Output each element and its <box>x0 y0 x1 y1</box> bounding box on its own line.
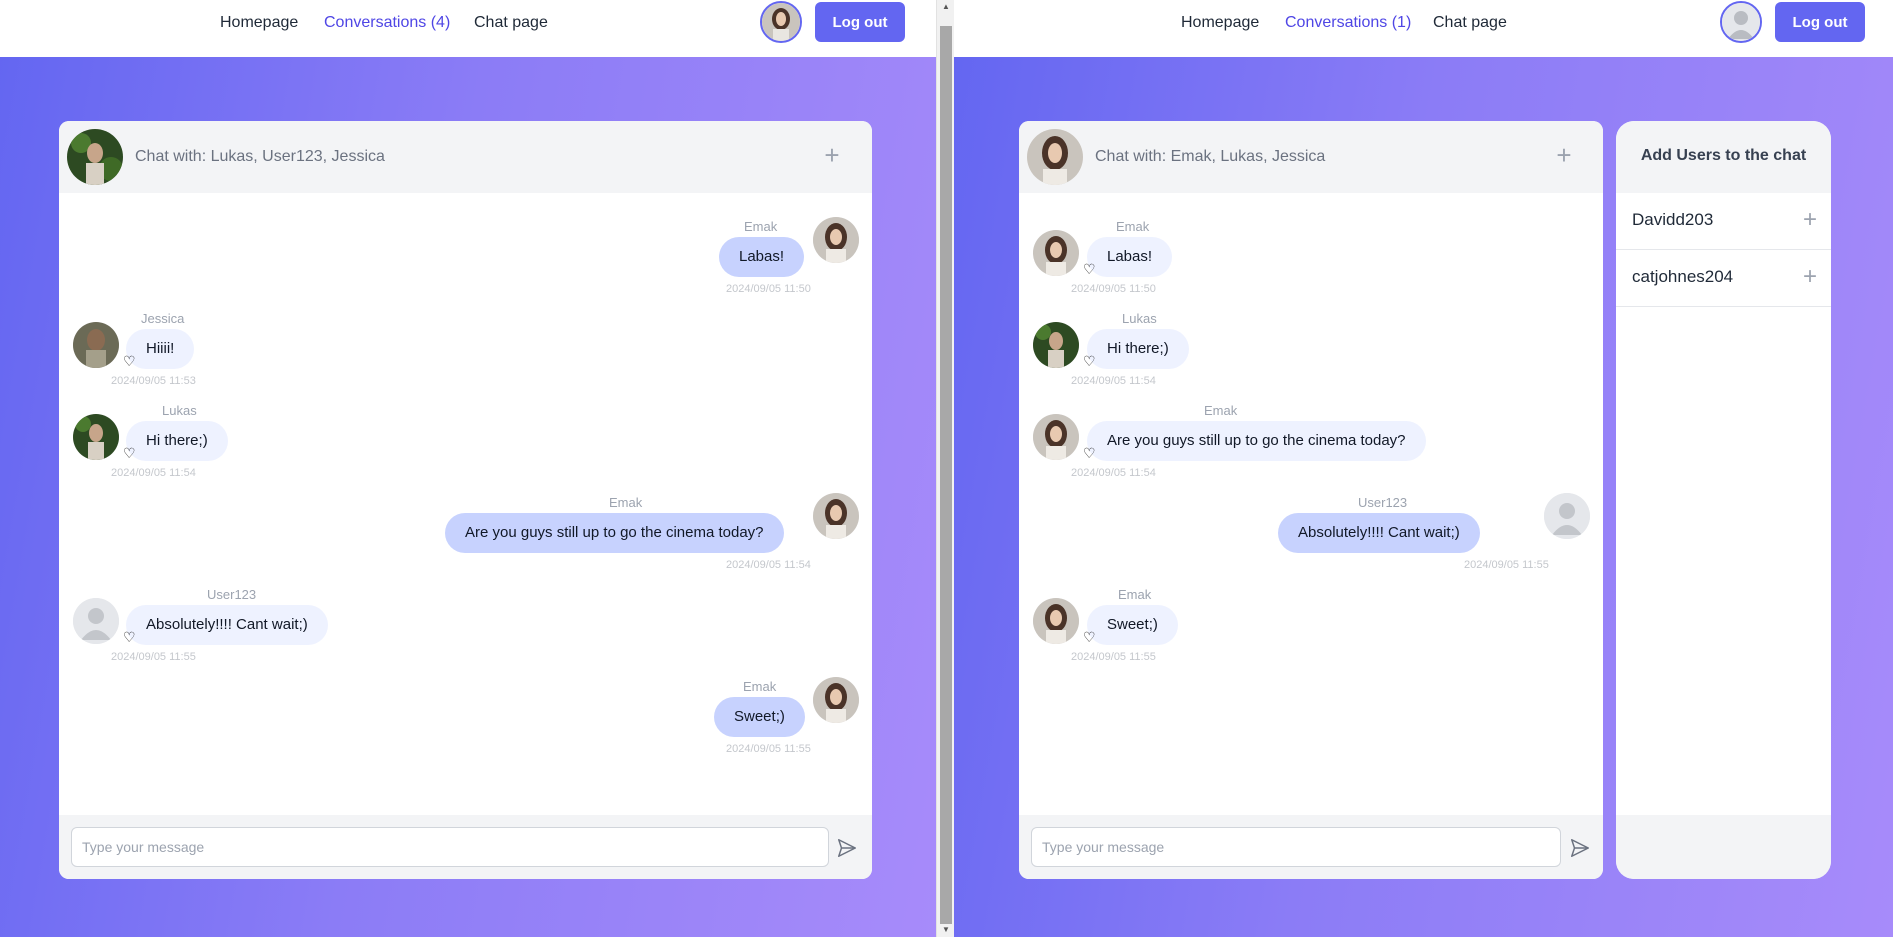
message-sender: Emak <box>744 219 778 234</box>
send-icon[interactable] <box>1569 837 1591 859</box>
scroll-up-arrow-icon[interactable]: ▲ <box>937 0 955 14</box>
sender-avatar <box>1033 322 1079 368</box>
message-time: 2024/09/05 11:54 <box>1071 467 1156 479</box>
nav-chat-page-link[interactable]: Chat page <box>474 14 548 32</box>
message-time: 2024/09/05 11:55 <box>726 743 811 755</box>
add-users-panel: Add Users to the chat Davidd203 + catjoh… <box>1616 121 1831 879</box>
message-sender: Lukas <box>1122 311 1157 326</box>
left-browser-pane: Homepage Conversations (4) Chat page Log… <box>0 0 936 937</box>
message-time: 2024/09/05 11:54 <box>1071 375 1156 387</box>
add-users-title: Add Users to the chat <box>1640 147 1807 164</box>
message-bubble: Absolutely!!!! Cant wait;) <box>126 605 328 645</box>
message-bubble: Labas! <box>719 237 805 277</box>
message-sender: User123 <box>1358 495 1408 510</box>
message-sender: Emak <box>1118 587 1152 602</box>
heart-icon[interactable]: ♡ <box>123 446 136 460</box>
nav-chat-page-link[interactable]: Chat page <box>1433 14 1507 32</box>
message-bubble: Hiiii! <box>126 329 195 369</box>
sender-avatar <box>1033 414 1079 460</box>
message-input[interactable] <box>1031 827 1561 867</box>
message-time: 2024/09/05 11:54 <box>726 559 811 571</box>
message-sender: Emak <box>1116 219 1150 234</box>
chat-header: Chat with: Lukas, User123, Jessica + <box>59 121 872 193</box>
chat-input-bar <box>1019 815 1603 879</box>
heart-icon[interactable]: ♡ <box>1083 262 1096 276</box>
nav-conversations-link[interactable]: Conversations (1) <box>1285 14 1411 32</box>
send-icon[interactable] <box>836 837 858 859</box>
message-sender: Jessica <box>141 311 185 326</box>
add-user-name: catjohnes204 <box>1632 267 1734 286</box>
sender-avatar <box>1033 598 1079 644</box>
nav-homepage-link[interactable]: Homepage <box>1181 14 1259 32</box>
heart-icon[interactable]: ♡ <box>1083 630 1096 644</box>
message-bubble: Sweet;) <box>1087 605 1178 645</box>
sender-avatar <box>813 217 859 263</box>
sender-avatar <box>73 414 119 460</box>
message-bubble: Absolutely!!!! Cant wait;) <box>1278 513 1480 553</box>
add-participant-plus-icon[interactable]: + <box>817 141 847 171</box>
message-sender: User123 <box>207 587 257 602</box>
chat-title: Chat with: Lukas, User123, Jessica <box>135 148 385 165</box>
message-time: 2024/09/05 11:54 <box>111 467 196 479</box>
heart-icon[interactable]: ♡ <box>1083 446 1096 460</box>
default-avatar-icon <box>73 598 119 644</box>
message-sender: Emak <box>609 495 643 510</box>
scrollbar-thumb[interactable] <box>940 26 952 924</box>
message-time: 2024/09/05 11:55 <box>111 651 196 663</box>
message-input[interactable] <box>71 827 829 867</box>
message-time: 2024/09/05 11:53 <box>111 375 196 387</box>
message-bubble: Labas! <box>1087 237 1173 277</box>
message-sender: Lukas <box>162 403 197 418</box>
navbar: Homepage Conversations (1) Chat page Log… <box>954 0 1893 57</box>
plus-icon[interactable]: + <box>1803 206 1817 234</box>
message-sender: Emak <box>1204 403 1238 418</box>
add-users-footer <box>1616 815 1831 879</box>
message-time: 2024/09/05 11:50 <box>1071 283 1156 295</box>
user-avatar[interactable] <box>760 1 802 43</box>
default-avatar-icon[interactable] <box>1720 1 1762 43</box>
message-time: 2024/09/05 11:55 <box>1071 651 1156 663</box>
nav-conversations-link[interactable]: Conversations (4) <box>324 14 450 32</box>
plus-icon[interactable]: + <box>1803 263 1817 291</box>
sender-avatar <box>73 322 119 368</box>
chat-avatar <box>67 129 123 185</box>
heart-icon[interactable]: ♡ <box>1083 354 1096 368</box>
chat-header: Chat with: Emak, Lukas, Jessica + <box>1019 121 1603 193</box>
chat-avatar <box>1027 129 1083 185</box>
scroll-down-arrow-icon[interactable]: ▼ <box>937 923 955 937</box>
message-bubble: Sweet;) <box>714 697 805 737</box>
message-bubble: Hi there;) <box>1087 329 1189 369</box>
add-user-name: Davidd203 <box>1632 210 1714 229</box>
default-avatar-icon <box>1544 493 1590 539</box>
logout-button[interactable]: Log out <box>815 2 905 42</box>
message-bubble: Hi there;) <box>126 421 228 461</box>
heart-icon[interactable]: ♡ <box>123 354 136 368</box>
add-user-row[interactable]: Davidd203 + <box>1616 193 1831 250</box>
navbar: Homepage Conversations (4) Chat page Log… <box>0 0 936 57</box>
message-bubble: Are you guys still up to go the cinema t… <box>445 513 784 553</box>
chat-window: Chat with: Lukas, User123, Jessica + Ema… <box>59 121 872 879</box>
message-time: 2024/09/05 11:50 <box>726 283 811 295</box>
sender-avatar <box>813 493 859 539</box>
logout-button[interactable]: Log out <box>1775 2 1865 42</box>
sender-avatar <box>813 677 859 723</box>
message-sender: Emak <box>743 679 777 694</box>
sender-avatar <box>1033 230 1079 276</box>
nav-homepage-link[interactable]: Homepage <box>220 14 298 32</box>
vertical-scrollbar[interactable]: ▲ ▼ <box>936 0 954 937</box>
add-user-row[interactable]: catjohnes204 + <box>1616 250 1831 307</box>
message-bubble: Are you guys still up to go the cinema t… <box>1087 421 1426 461</box>
chat-window: Chat with: Emak, Lukas, Jessica + Emak L… <box>1019 121 1603 879</box>
chat-input-bar <box>59 815 872 879</box>
heart-icon[interactable]: ♡ <box>123 630 136 644</box>
add-participant-plus-icon[interactable]: + <box>1549 141 1579 171</box>
chat-title: Chat with: Emak, Lukas, Jessica <box>1095 148 1326 165</box>
message-time: 2024/09/05 11:55 <box>1464 559 1549 571</box>
